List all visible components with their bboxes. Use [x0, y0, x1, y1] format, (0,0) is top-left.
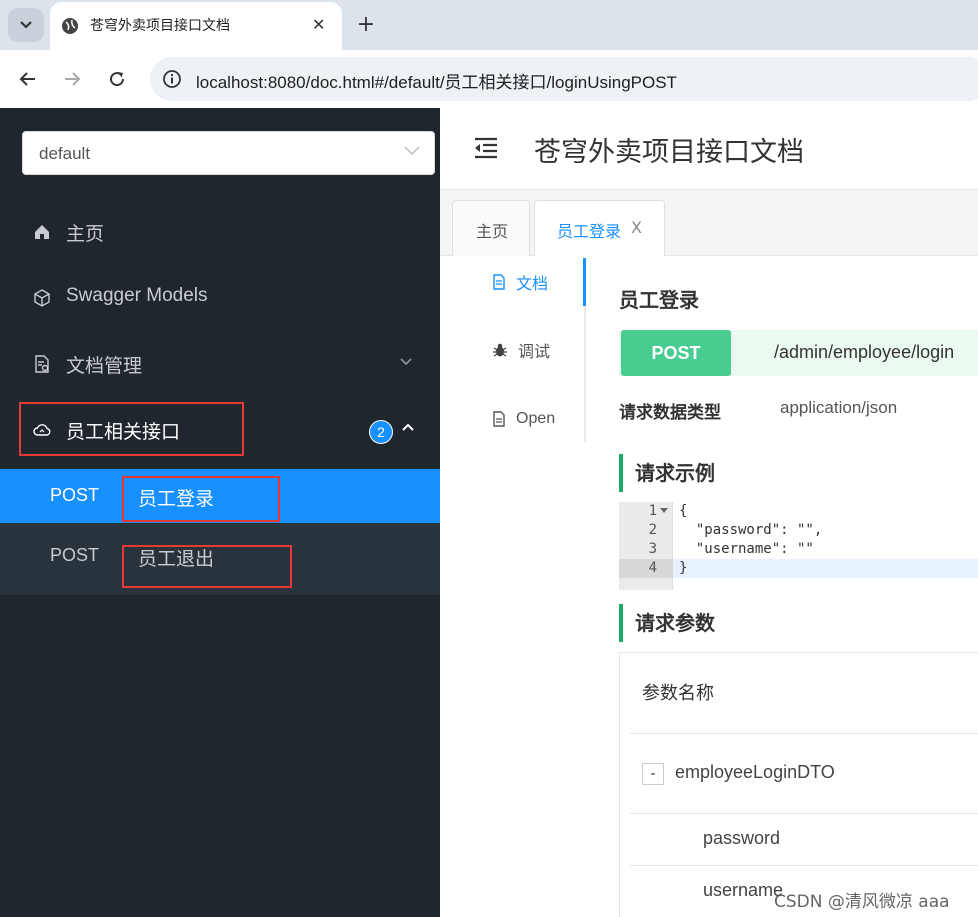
chevron-down-icon: [404, 146, 420, 156]
page-tabs: 主页 员工登录 X: [440, 190, 978, 256]
api-title: 员工登录: [619, 288, 699, 312]
content-type-label: 请求数据类型: [619, 403, 721, 423]
doc-subnav: 文档 调试 Open: [440, 258, 586, 442]
highlight-box: [122, 476, 280, 522]
cube-icon: [34, 289, 50, 307]
chevron-up-icon: [402, 423, 414, 431]
sidebar-item-label: Swagger Models: [66, 285, 208, 306]
home-icon: [35, 225, 49, 239]
subnav-debug[interactable]: 调试: [492, 338, 550, 362]
fold-arrow-icon[interactable]: [660, 508, 668, 514]
sidebar-item-swagger-models[interactable]: Swagger Models: [0, 271, 440, 325]
count-badge: 2: [369, 420, 393, 444]
page-title: 苍穹外卖项目接口文档: [534, 137, 804, 168]
sidebar-item-doc-management[interactable]: 文档管理: [0, 337, 440, 391]
api-method: POST: [50, 545, 100, 565]
browser-toolbar: localhost:8080/doc.html#/default/员工相关接口/…: [0, 50, 978, 108]
active-indicator: [583, 258, 586, 306]
tab-label: 主页: [476, 222, 509, 241]
sidebar: default 主页 Swagger Models 文档管理 员工相关接口 2 …: [0, 108, 440, 917]
sidebar-item-home[interactable]: 主页: [0, 205, 440, 259]
browser-tab[interactable]: 苍穹外卖项目接口文档 ✕: [50, 2, 342, 50]
reload-icon: [110, 72, 125, 87]
forward-button[interactable]: [57, 64, 87, 94]
globe-icon: [62, 18, 78, 34]
highlight-box: [19, 402, 244, 456]
subnav-label: 调试: [518, 344, 551, 361]
new-tab-button[interactable]: +: [352, 10, 380, 38]
sidebar-item-label: 主页: [66, 224, 105, 245]
address-bar[interactable]: localhost:8080/doc.html#/default/员工相关接口/…: [150, 57, 978, 101]
table-row: - employeeLoginDTO: [630, 733, 978, 813]
code-line: "password": "",: [679, 522, 823, 538]
endpoint-bar: POST /admin/employee/login: [619, 330, 978, 376]
arrow-right-icon: [65, 72, 81, 86]
doc-settings-icon: [35, 355, 49, 373]
code-line: }: [679, 560, 688, 576]
code-editor[interactable]: 1 2 3 4 { "password": "", "username": ""…: [619, 502, 978, 590]
table-row: password: [630, 813, 978, 865]
content-type-value: application/json: [780, 398, 898, 417]
endpoint-path: /admin/employee/login: [774, 342, 955, 362]
browser-tabstrip: 苍穹外卖项目接口文档 ✕ +: [0, 0, 978, 50]
line-number: 1: [648, 503, 657, 519]
arrow-left-icon: [19, 72, 35, 86]
column-header: 参数名称: [642, 683, 714, 704]
group-select-value: default: [39, 144, 91, 163]
chevron-down-icon: [20, 21, 32, 29]
tab-label: 员工登录: [557, 222, 622, 241]
menu-fold-icon[interactable]: [472, 136, 500, 160]
sidebar-item-label: 文档管理: [66, 356, 143, 377]
collapse-toggle[interactable]: -: [642, 763, 664, 785]
tab-close-icon[interactable]: X: [631, 218, 642, 237]
line-number: 3: [648, 541, 657, 557]
url-text[interactable]: localhost:8080/doc.html#/default/员工相关接口/…: [196, 68, 677, 93]
section-title-params: 请求参数: [619, 604, 715, 642]
back-button[interactable]: [13, 64, 43, 94]
param-name: employeeLoginDTO: [675, 762, 835, 782]
file-icon: [493, 411, 505, 427]
subnav-doc[interactable]: 文档: [492, 270, 548, 294]
tab-search-button[interactable]: [8, 8, 44, 42]
site-info-icon[interactable]: [162, 69, 182, 89]
tab-home[interactable]: 主页: [452, 200, 530, 256]
line-number: 4: [648, 560, 657, 576]
params-table: 参数名称 - employeeLoginDTO password usernam…: [619, 652, 978, 917]
api-doc-content: 员工登录 POST /admin/employee/login 请求数据类型 a…: [600, 258, 978, 917]
param-name: password: [703, 828, 781, 848]
subnav-label: 文档: [516, 276, 549, 293]
current-line-highlight: [673, 559, 978, 578]
watermark-text: CSDN @清风微凉 aaa: [774, 892, 950, 912]
param-name: username: [703, 880, 784, 900]
content-type-row: 请求数据类型 application/json: [619, 398, 897, 423]
main-header: 苍穹外卖项目接口文档: [440, 108, 978, 190]
bug-icon: [493, 343, 507, 357]
section-title-example: 请求示例: [619, 454, 715, 492]
document-icon: [493, 274, 505, 290]
subnav-label: Open: [516, 410, 556, 427]
close-tab-icon[interactable]: ✕: [312, 15, 325, 34]
code-line: {: [679, 503, 688, 519]
highlight-box: [122, 545, 292, 588]
group-select[interactable]: default: [22, 131, 435, 175]
chevron-down-icon: [400, 358, 412, 366]
tab-employee-login[interactable]: 员工登录 X: [534, 200, 665, 256]
code-line: "username": "": [679, 541, 814, 557]
browser-tab-title: 苍穹外卖项目接口文档: [90, 18, 230, 34]
reload-button[interactable]: [102, 64, 132, 94]
subnav-open[interactable]: Open: [492, 407, 555, 431]
method-badge: POST: [621, 330, 731, 376]
line-number: 2: [648, 522, 657, 538]
api-method: POST: [50, 485, 100, 505]
